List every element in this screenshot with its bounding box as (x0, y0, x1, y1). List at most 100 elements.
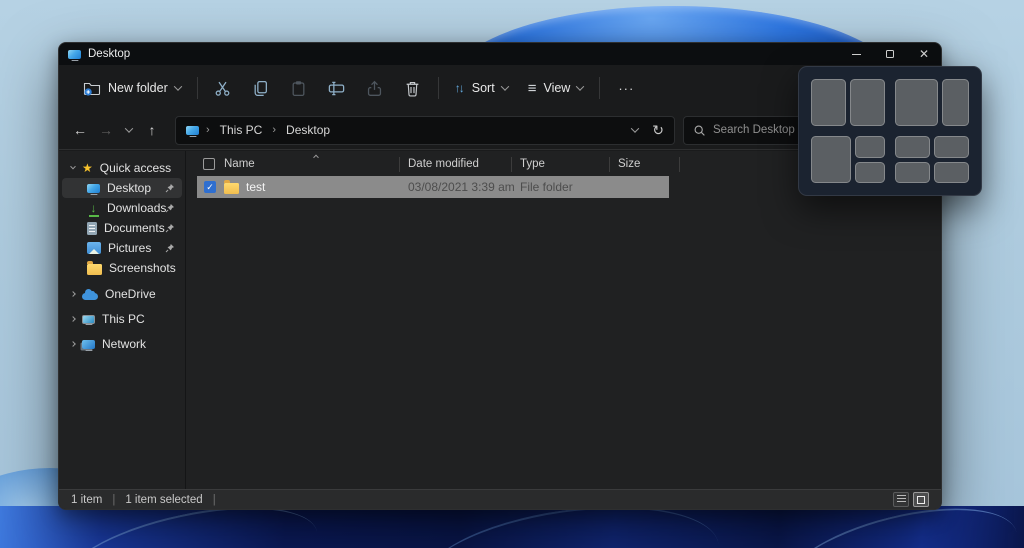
sidebar-item-label: OneDrive (105, 287, 156, 301)
delete-icon (406, 81, 419, 97)
sidebar-item-screenshots[interactable]: Screenshots (62, 258, 182, 278)
rename-button[interactable] (322, 72, 352, 104)
snap-tile[interactable] (811, 79, 846, 126)
snap-tile[interactable] (811, 136, 852, 183)
sidebar-item-label: Documents (104, 221, 165, 235)
snap-zone-wide-left[interactable] (895, 79, 969, 126)
chevron-down-icon (500, 82, 509, 91)
sidebar-item-label: Downloads (107, 201, 167, 215)
sidebar-item-label: Pictures (108, 241, 152, 255)
select-all-checkbox[interactable] (203, 158, 215, 170)
maximize-button[interactable] (873, 43, 907, 65)
sort-ascending-icon (313, 154, 319, 161)
sidebar-item-pictures[interactable]: Pictures (62, 238, 182, 258)
bloom-streak (413, 506, 727, 548)
paste-button[interactable] (284, 72, 314, 104)
pin-icon (165, 243, 175, 253)
sidebar-item-desktop[interactable]: Desktop (62, 178, 182, 198)
large-icons-view-button[interactable] (913, 492, 929, 507)
file-row-test[interactable]: ✓ test 03/08/2021 3:39 am File folder (197, 176, 669, 198)
toolbar-separator (196, 77, 198, 99)
snap-tile[interactable] (895, 136, 930, 158)
share-button[interactable] (360, 72, 390, 104)
forward-button[interactable]: → (93, 117, 119, 143)
sidebar-item-this-pc[interactable]: This PC (62, 309, 182, 329)
breadcrumb-this-pc[interactable]: This PC (217, 122, 266, 138)
new-folder-label: New folder (108, 81, 168, 95)
file-list: Name Date modified Type Size ✓ test 03/0… (186, 151, 941, 491)
item-count: 1 item (71, 493, 103, 506)
details-view-button[interactable] (893, 492, 909, 507)
snap-tile[interactable] (895, 79, 938, 126)
sort-button[interactable]: ↑↓ Sort (445, 72, 518, 104)
snap-tile[interactable] (895, 161, 930, 183)
refresh-button[interactable]: ↻ (652, 122, 664, 139)
close-icon: ✕ (918, 47, 930, 61)
column-header-name[interactable]: Name (224, 158, 255, 170)
share-icon (368, 80, 382, 96)
breadcrumb-separator: › (272, 124, 277, 136)
title-bar[interactable]: Desktop ✕ (59, 43, 941, 65)
up-button[interactable]: ↑ (139, 117, 165, 143)
status-bar: 1 item | 1 item selected | (59, 489, 941, 509)
close-button[interactable]: ✕ (907, 43, 941, 65)
toolbar-separator (599, 77, 601, 99)
back-button[interactable]: ← (67, 117, 93, 143)
explorer-body: ★ Quick access Desktop ↓ Downloads Docum… (59, 151, 941, 491)
view-button[interactable]: ≡ View (518, 72, 594, 104)
network-icon (82, 339, 95, 349)
minimize-icon (851, 53, 861, 55)
snap-zone-left-main-right-stack[interactable] (811, 136, 885, 183)
sidebar-item-label: This PC (102, 312, 145, 326)
view-label: View (543, 81, 571, 95)
sidebar-item-downloads[interactable]: ↓ Downloads (62, 198, 182, 218)
pin-icon (165, 183, 175, 193)
minimize-button[interactable] (839, 43, 873, 65)
search-box[interactable] (683, 115, 817, 145)
this-pc-icon (82, 314, 95, 324)
column-header-type[interactable]: Type (520, 158, 545, 170)
search-input[interactable] (713, 124, 807, 136)
details-view-icon (896, 495, 906, 504)
snap-layouts-flyout (798, 66, 982, 196)
sidebar-item-label: Screenshots (109, 261, 176, 275)
column-header-date-modified[interactable]: Date modified (408, 158, 479, 170)
toolbar-separator (437, 77, 439, 99)
delete-button[interactable] (398, 72, 428, 104)
snap-tile[interactable] (850, 79, 885, 126)
row-checkbox[interactable]: ✓ (204, 181, 216, 193)
column-divider[interactable] (511, 157, 512, 172)
column-divider[interactable] (609, 157, 610, 172)
copy-button[interactable] (246, 72, 276, 104)
see-more-button[interactable]: ··· (606, 81, 646, 96)
cut-button[interactable] (208, 72, 238, 104)
documents-icon (87, 221, 97, 235)
view-icon: ≡ (527, 79, 537, 97)
sidebar-item-onedrive[interactable]: OneDrive (62, 284, 182, 304)
new-folder-button[interactable]: New folder (73, 72, 191, 104)
address-dropdown-button[interactable] (631, 124, 640, 133)
column-header-size[interactable]: Size (618, 158, 640, 170)
snap-zone-quad-grid[interactable] (895, 136, 969, 183)
sidebar-item-label: Network (102, 337, 147, 351)
bloom-streak (772, 506, 1024, 548)
selection-count: 1 item selected (125, 493, 203, 506)
column-divider[interactable] (399, 157, 400, 172)
column-divider[interactable] (679, 157, 680, 172)
snap-tile[interactable] (855, 161, 885, 183)
sidebar-item-label: Desktop (107, 181, 152, 195)
file-type: File folder (520, 180, 573, 194)
snap-tile[interactable] (941, 79, 969, 126)
sidebar-item-documents[interactable]: Documents (62, 218, 182, 238)
status-divider: | (212, 493, 216, 506)
snap-tile[interactable] (934, 136, 969, 158)
breadcrumb-desktop[interactable]: Desktop (283, 122, 333, 138)
sidebar-item-network[interactable]: Network (62, 334, 182, 354)
snap-zone-two-columns[interactable] (811, 79, 885, 126)
recent-locations-button[interactable] (119, 124, 139, 133)
sidebar-item-quick-access[interactable]: ★ Quick access (62, 158, 182, 178)
new-folder-icon (83, 82, 101, 96)
snap-tile[interactable] (934, 161, 969, 183)
address-bar[interactable]: › This PC › Desktop ↻ (175, 115, 675, 145)
snap-tile[interactable] (855, 136, 885, 158)
